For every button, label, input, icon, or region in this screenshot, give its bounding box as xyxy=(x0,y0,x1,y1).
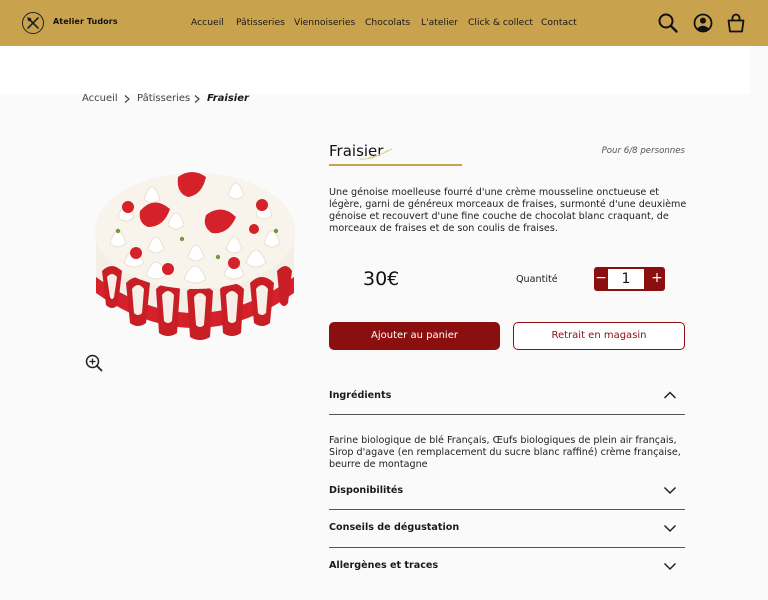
quantity-increase-button[interactable]: + xyxy=(650,267,664,291)
add-to-cart-button[interactable]: Ajouter au panier xyxy=(329,322,500,350)
chevron-up-icon[interactable] xyxy=(663,390,677,400)
quantity-input[interactable]: 1 xyxy=(608,269,644,289)
nav-click-collect[interactable]: Click & collect xyxy=(468,17,533,28)
account-icon[interactable] xyxy=(692,12,714,34)
store-pickup-button[interactable]: Retrait en magasin xyxy=(513,322,685,350)
accordion-availability[interactable]: Disponibilités xyxy=(329,485,403,496)
basket-icon[interactable] xyxy=(725,12,747,34)
quantity-decrease-button[interactable]: − xyxy=(594,267,608,291)
brand-name[interactable]: Atelier Tudors xyxy=(53,17,118,26)
nav-chocolats[interactable]: Chocolats xyxy=(365,17,410,28)
nav-atelier[interactable]: L'atelier xyxy=(421,17,458,28)
title-underline xyxy=(329,164,462,166)
servings-text: Pour 6/8 personnes xyxy=(601,146,685,156)
chevron-down-icon[interactable] xyxy=(663,523,677,533)
accordion-allergens[interactable]: Allergènes et traces xyxy=(329,560,438,571)
flourish-icon xyxy=(359,148,393,160)
quantity-stepper: − 1 + xyxy=(594,267,665,291)
chevron-down-icon[interactable] xyxy=(663,485,677,495)
accordion-ingredients[interactable]: Ingrédients xyxy=(329,390,391,401)
quantity-label: Quantité xyxy=(516,274,558,285)
chevron-down-icon[interactable] xyxy=(663,561,677,571)
accordion-tasting-tips[interactable]: Conseils de dégustation xyxy=(329,522,459,533)
logo-icon[interactable] xyxy=(22,12,44,34)
promo-band xyxy=(0,46,750,94)
product-description: Une génoise moelleuse fourré d'une crème… xyxy=(329,187,687,234)
product-image xyxy=(95,172,295,340)
product-price: 30€ xyxy=(363,268,400,290)
nav-contact[interactable]: Contact xyxy=(541,17,577,28)
divider xyxy=(329,509,685,510)
zoom-in-icon[interactable] xyxy=(85,354,103,372)
divider xyxy=(329,547,685,548)
divider xyxy=(329,414,685,415)
nav-patisseries[interactable]: Pâtisseries xyxy=(236,17,285,28)
chevron-right-icon xyxy=(124,95,130,103)
nav-viennoiseries[interactable]: Viennoiseries xyxy=(294,17,355,28)
breadcrumb-current: Fraisier xyxy=(207,93,249,104)
chevron-right-icon xyxy=(194,95,200,103)
breadcrumb-accueil[interactable]: Accueil xyxy=(82,93,118,104)
nav-accueil[interactable]: Accueil xyxy=(191,17,224,28)
breadcrumb-patisseries[interactable]: Pâtisseries xyxy=(137,93,190,104)
site-header: Atelier Tudors Accueil Pâtisseries Vienn… xyxy=(0,0,768,46)
search-icon[interactable] xyxy=(657,12,679,34)
ingredients-content: Farine biologique de blé Français, Œufs … xyxy=(329,435,681,470)
